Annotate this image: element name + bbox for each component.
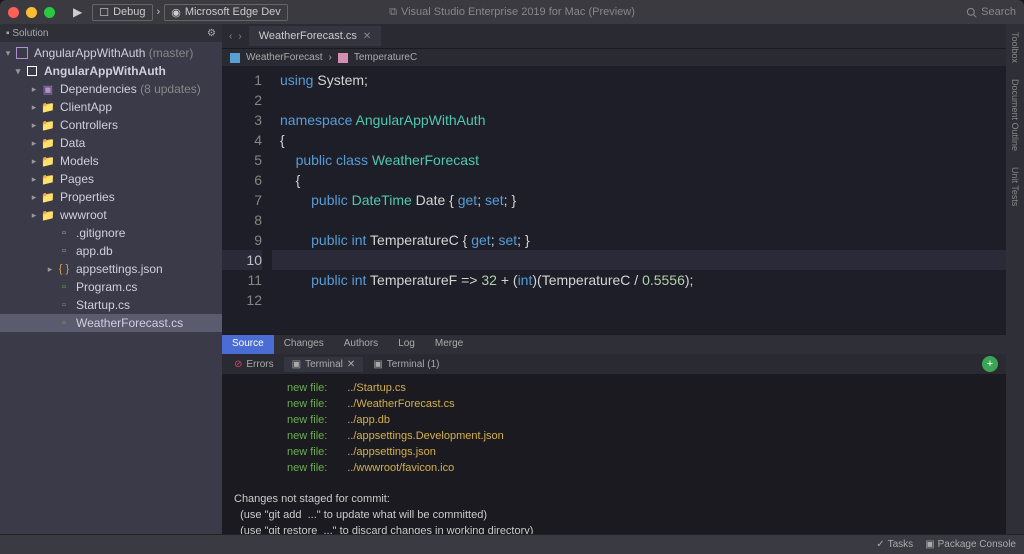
folder-pages[interactable]: ▸📁Pages: [0, 170, 222, 188]
solution-explorer-header: ▪ Solution ⚙: [0, 24, 222, 42]
folder-controllers[interactable]: ▸📁Controllers: [0, 116, 222, 134]
breadcrumb[interactable]: WeatherForecast › TemperatureC: [222, 48, 1006, 66]
terminal-tabstrip: ⊘Errors ▣Terminal✕ ▣Terminal (1) +: [222, 354, 1006, 374]
terminal-tab-terminal1[interactable]: ▣Terminal (1): [365, 357, 447, 372]
dependencies-node[interactable]: ▸▣ Dependencies (8 updates): [0, 80, 222, 98]
folder-properties[interactable]: ▸📁Properties: [0, 188, 222, 206]
code-body[interactable]: using System;namespace AngularAppWithAut…: [272, 66, 1006, 334]
search-icon: [966, 7, 977, 18]
terminal-tab-errors[interactable]: ⊘Errors: [226, 357, 282, 372]
folder-wwwroot[interactable]: ▸📁wwwroot: [0, 206, 222, 224]
bottom-tab-source[interactable]: Source: [222, 335, 274, 354]
solution-tree: ▾ AngularAppWithAuth (master) ▾ AngularA…: [0, 42, 222, 534]
rail-unit-tests[interactable]: Unit Tests: [1010, 163, 1020, 210]
file-appsettings[interactable]: ▸{ }appsettings.json: [0, 260, 222, 278]
status-package-console[interactable]: ▣Package Console: [925, 539, 1016, 550]
app-window: ▶ ☐Debug › ◉Microsoft Edge Dev ⧉Visual S…: [0, 0, 1024, 554]
run-config-selector[interactable]: ☐Debug › ◉Microsoft Edge Dev: [92, 4, 288, 21]
project-node[interactable]: ▾ AngularAppWithAuth: [0, 62, 222, 80]
window-controls: [8, 7, 55, 18]
code-editor[interactable]: 1 2 3 4 5 6 7 8 9 10 11 12 using System;…: [222, 66, 1006, 334]
bottom-tab-authors[interactable]: Authors: [334, 335, 388, 354]
terminal[interactable]: new file: ../Startup.cs new file: ../Wea…: [222, 374, 1006, 534]
folder-models[interactable]: ▸📁Models: [0, 152, 222, 170]
property-icon: [338, 53, 348, 63]
minimize-window-button[interactable]: [26, 7, 37, 18]
bottom-tab-merge[interactable]: Merge: [425, 335, 473, 354]
file-gitignore[interactable]: ▫.gitignore: [0, 224, 222, 242]
window-title: ⧉Visual Studio Enterprise 2019 for Mac (…: [389, 6, 635, 19]
titlebar: ▶ ☐Debug › ◉Microsoft Edge Dev ⧉Visual S…: [0, 0, 1024, 24]
bottom-tabstrip: Source Changes Authors Log Merge: [222, 334, 1006, 354]
right-rail: Toolbox Document Outline Unit Tests: [1006, 24, 1024, 534]
run-button[interactable]: ▶: [73, 5, 82, 19]
status-tasks[interactable]: ✓Tasks: [876, 539, 913, 550]
folder-clientapp[interactable]: ▸📁ClientApp: [0, 98, 222, 116]
class-icon: [230, 53, 240, 63]
folder-data[interactable]: ▸📁Data: [0, 134, 222, 152]
statusbar: ✓Tasks ▣Package Console: [0, 534, 1024, 554]
line-gutter: 1 2 3 4 5 6 7 8 9 10 11 12: [222, 66, 272, 334]
rail-toolbox[interactable]: Toolbox: [1010, 28, 1020, 67]
editor-tab-weatherforecast[interactable]: WeatherForecast.cs✕: [249, 26, 382, 46]
main-area: ▪ Solution ⚙ ▾ AngularAppWithAuth (maste…: [0, 24, 1024, 534]
bottom-tab-changes[interactable]: Changes: [274, 335, 334, 354]
close-icon[interactable]: ✕: [363, 31, 371, 42]
add-terminal-button[interactable]: +: [982, 356, 998, 372]
bottom-tab-log[interactable]: Log: [388, 335, 425, 354]
file-weatherforecast[interactable]: ▫WeatherForecast.cs: [0, 314, 222, 332]
file-appdb[interactable]: ▫app.db: [0, 242, 222, 260]
editor-tabstrip: ‹ › WeatherForecast.cs✕: [222, 24, 1006, 48]
file-program[interactable]: ▫Program.cs: [0, 278, 222, 296]
maximize-window-button[interactable]: [44, 7, 55, 18]
terminal-tab-terminal[interactable]: ▣Terminal✕: [284, 357, 364, 372]
close-icon[interactable]: ✕: [347, 359, 355, 370]
editor-area: ‹ › WeatherForecast.cs✕ WeatherForecast …: [222, 24, 1006, 534]
solution-root[interactable]: ▾ AngularAppWithAuth (master): [0, 44, 222, 62]
tab-nav-back[interactable]: ‹: [226, 31, 235, 42]
gear-icon[interactable]: ⚙: [207, 28, 216, 39]
tab-nav-fwd[interactable]: ›: [235, 31, 244, 42]
rail-doc-outline[interactable]: Document Outline: [1010, 75, 1020, 155]
close-window-button[interactable]: [8, 7, 19, 18]
search-box[interactable]: Search: [966, 6, 1016, 18]
solution-explorer: ▪ Solution ⚙ ▾ AngularAppWithAuth (maste…: [0, 24, 222, 534]
file-startup[interactable]: ▫Startup.cs: [0, 296, 222, 314]
